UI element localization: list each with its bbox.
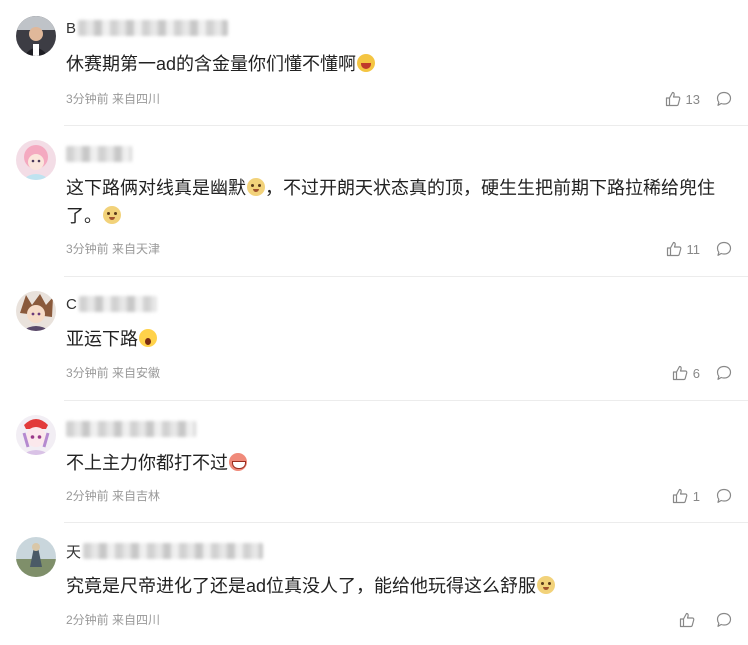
username-blurred [66,146,132,162]
thumbs-up-icon [665,91,680,107]
avatar[interactable] [16,140,56,180]
avatar[interactable] [16,291,56,331]
comment-bubble-icon[interactable] [716,241,732,257]
avatar[interactable] [16,16,56,56]
comment-actions: 13 [665,89,732,109]
like-button[interactable]: 13 [665,91,700,107]
like-count: 1 [692,488,700,504]
username-initial: 天 [66,543,82,561]
like-button[interactable]: 1 [672,488,700,504]
username[interactable] [66,419,196,439]
thumbs-up-icon [672,488,688,504]
divider [64,400,748,401]
comment-text-content: 亚运下路 [66,329,138,349]
comment-meta: 3分钟前 来自四川 [66,92,161,106]
comment-meta: 2分钟前 来自吉林 [66,489,161,503]
divider [64,276,748,277]
like-count: 11 [686,241,701,257]
username-initial: B [66,19,77,37]
comment-actions: 6 [672,363,732,383]
comment-text-content: 这下路俩对线真是幽默 [66,178,246,198]
shock-emoji-icon [139,329,157,347]
comment-text: 这下路俩对线真是幽默 ，不过开朗天状态真的顶，硬生生把前期下路拉稀给兜住了。 [66,174,736,230]
comment-bubble-icon[interactable] [716,488,732,504]
username-blurred [78,296,157,312]
thumbs-up-icon [666,241,681,257]
username-blurred [78,20,229,36]
comment-text: 究竟是尺帝进化了还是ad位真没人了，能给他玩得这么舒服 [66,572,736,600]
username[interactable]: 天 [66,541,264,561]
thumbs-up-icon [679,612,695,628]
like-count: 6 [692,365,700,381]
divider [64,522,748,523]
username[interactable]: C [66,294,157,314]
comment-text: 亚运下路 [66,325,736,353]
username-initial: C [66,295,77,313]
doge-emoji-icon [247,178,265,196]
like-button[interactable]: 11 [666,241,701,257]
like-count: 13 [685,91,700,107]
divider [64,125,748,126]
username-blurred [66,421,196,437]
username[interactable] [66,144,132,164]
comment-actions [679,610,732,630]
thumbs-up-icon [672,365,688,381]
comment-bubble-icon[interactable] [716,612,732,628]
comment-text: 不上主力你都打不过 [66,449,736,477]
comment-actions: 11 [666,239,733,259]
comment-bubble-icon[interactable] [716,91,732,107]
like-button[interactable]: 6 [672,365,700,381]
comment-meta: 3分钟前 来自天津 [66,242,161,256]
comment-actions: 1 [672,486,732,506]
comment-meta: 2分钟前 来自四川 [66,613,161,627]
username-blurred [83,543,264,559]
comment-bubble-icon[interactable] [716,365,732,381]
comment-meta: 3分钟前 来自安徽 [66,366,161,380]
comment-text-content: 不上主力你都打不过 [66,453,228,473]
avatar[interactable] [16,537,56,577]
avatar[interactable] [16,415,56,455]
comment-text-content: 休赛期第一ad的含金量你们懂不懂啊 [66,54,357,74]
username[interactable]: B [66,18,229,38]
doge-emoji-icon [537,576,556,594]
comment-text-content: 究竟是尺帝进化了还是ad位真没人了，能给他玩得这么舒服 [66,576,537,596]
comment-text: 休赛期第一ad的含金量你们懂不懂啊 [66,50,736,78]
grin-emoji-icon [229,453,247,471]
laugh-emoji-icon [357,54,376,72]
doge-emoji-icon [103,206,121,224]
like-button[interactable] [679,612,700,628]
